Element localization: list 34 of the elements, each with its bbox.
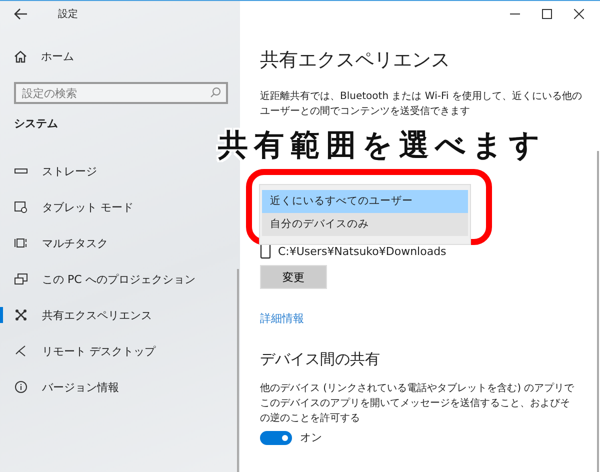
search-icon (210, 87, 221, 98)
more-info-link[interactable]: 詳細情報 (260, 311, 304, 326)
change-button[interactable]: 変更 (260, 265, 327, 289)
sidebar-item[interactable]: バージョン情報 (14, 369, 119, 405)
remote-icon (14, 344, 28, 358)
tablet-icon (14, 200, 28, 214)
section-title: デバイス間の共有 (260, 350, 381, 369)
sidebar-item[interactable]: タブレット モード (14, 189, 134, 225)
sidebar-item[interactable]: マルチタスク (14, 225, 108, 261)
info-icon (14, 380, 28, 394)
sidebar-item[interactable]: リモート デスクトップ (14, 333, 156, 369)
dropdown-option[interactable]: 近くにいるすべてのユーザー (262, 190, 468, 213)
toggle-switch[interactable] (260, 430, 292, 444)
back-icon[interactable] (14, 8, 28, 20)
shared-icon (14, 308, 28, 322)
description: 近距離共有では、Bluetooth または Wi-Fi を使用して、近くにいる他のユーザーとの間でコンテンツを送受信できます (260, 90, 582, 119)
home-item[interactable]: ホーム (14, 49, 74, 64)
projection-icon (14, 272, 28, 286)
page-title: 共有エクスペリエンス (260, 48, 451, 73)
multitask-icon (14, 236, 28, 250)
window-title: 設定 (58, 8, 78, 21)
search-field[interactable]: 設定の検索 (14, 82, 228, 104)
sidebar-item[interactable]: ストレージ (14, 153, 97, 189)
sidebar-item[interactable]: 共有エクスペリエンス (14, 297, 152, 333)
folder-path: C:¥Users¥Natsuko¥Downloads (278, 244, 446, 258)
section-description: 他のデバイス (リンクされている電話やタブレットを含む) のアプリでこのデバイスのアプリを開いてメッセージを送信すること、およびその逆のことを許可する (260, 382, 576, 426)
section-heading: システム (14, 116, 58, 131)
home-icon (14, 50, 27, 63)
toggle-label: オン (300, 430, 322, 445)
maximize-icon[interactable] (542, 9, 552, 19)
annotation-caption: 共有範囲を選べます (218, 127, 546, 165)
dropdown-option[interactable]: 自分のデバイスのみ (262, 213, 468, 236)
sidebar-item[interactable]: この PC へのプロジェクション (14, 261, 196, 297)
close-icon[interactable] (574, 9, 584, 19)
